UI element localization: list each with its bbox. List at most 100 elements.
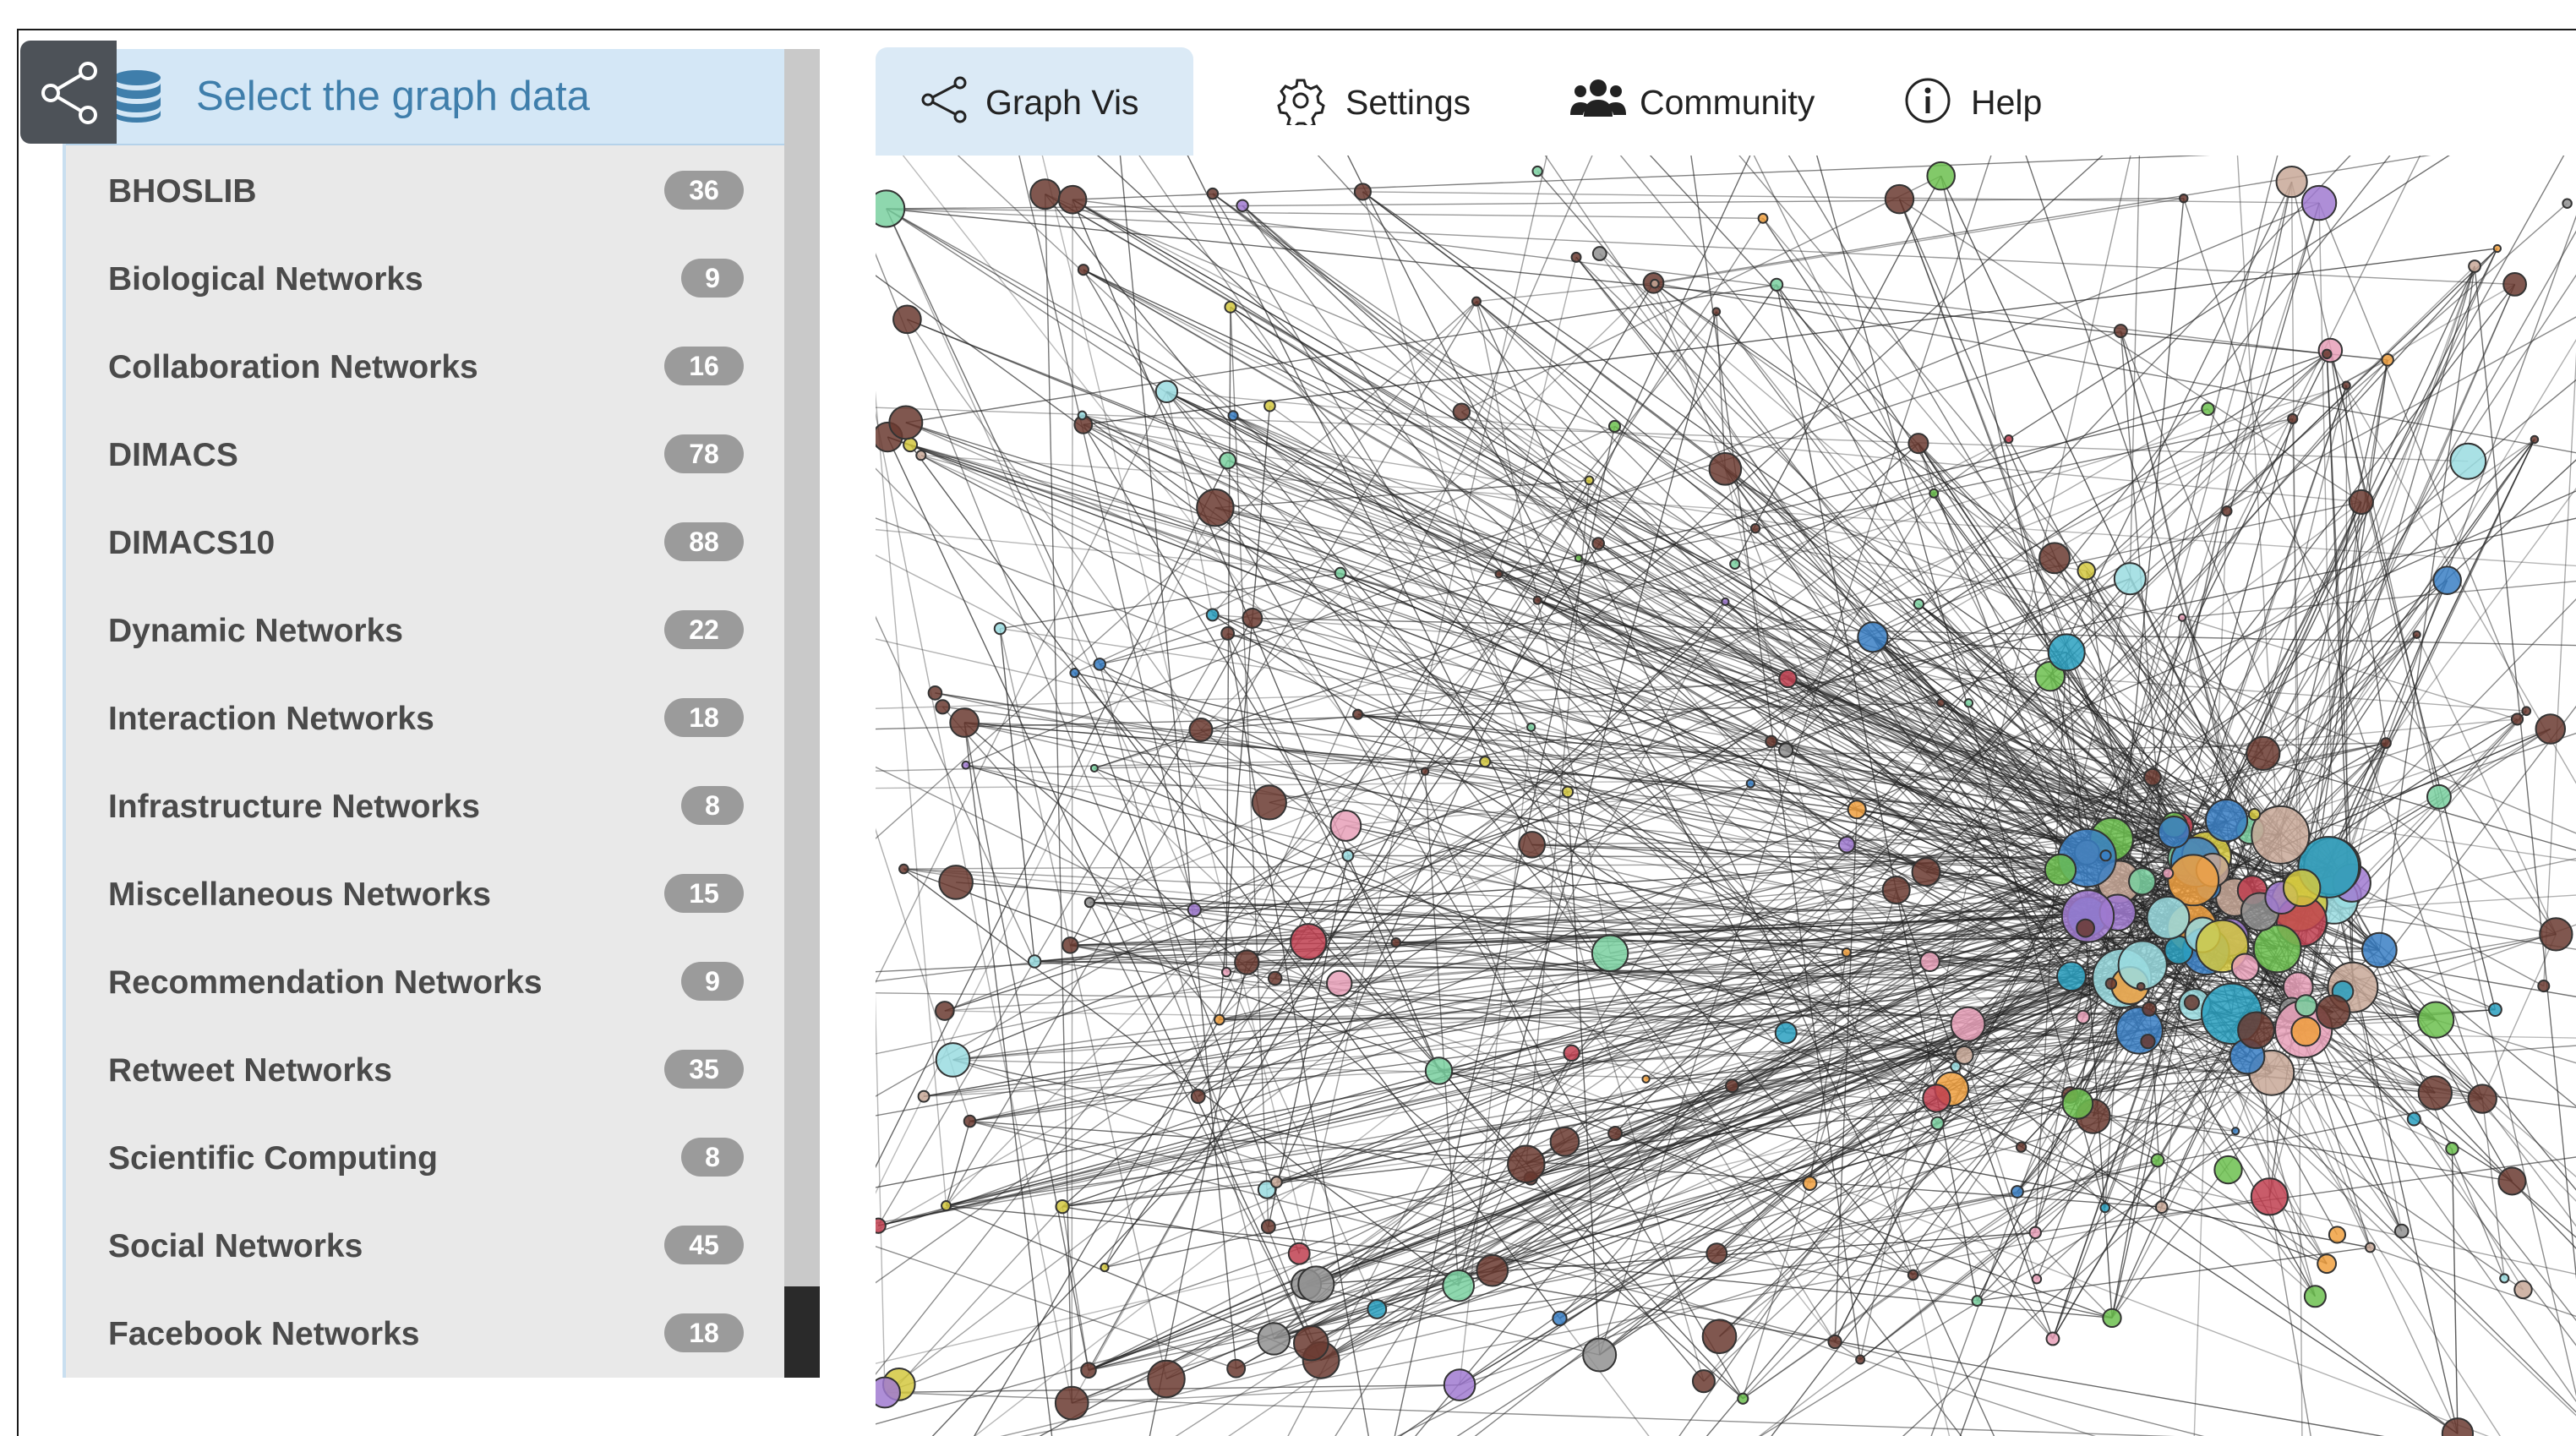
graph-node[interactable] xyxy=(1591,537,1605,550)
graph-node[interactable] xyxy=(1855,1354,1866,1365)
graph-node[interactable] xyxy=(2381,353,2394,367)
graph-node[interactable] xyxy=(2143,767,2162,787)
graph-node[interactable] xyxy=(2146,895,2191,940)
graph-node[interactable] xyxy=(1911,857,1941,887)
graph-node[interactable] xyxy=(876,189,906,228)
graph-node[interactable] xyxy=(2487,1002,2502,1017)
graph-node[interactable] xyxy=(1711,307,1722,317)
graph-node[interactable] xyxy=(1220,626,1236,641)
graph-node[interactable] xyxy=(1701,1319,1738,1355)
graph-node[interactable] xyxy=(1584,475,1595,486)
graph-node[interactable] xyxy=(2154,1200,2169,1215)
graph-node[interactable] xyxy=(1069,668,1080,679)
graph-node[interactable] xyxy=(2099,849,2112,862)
graph-node[interactable] xyxy=(2061,1087,2094,1120)
list-item[interactable]: Retweet Networks 35 xyxy=(66,1026,786,1114)
graph-node[interactable] xyxy=(2412,630,2421,639)
graph-node[interactable] xyxy=(2055,961,2088,992)
graph-node[interactable] xyxy=(1297,1265,1335,1303)
graph-node[interactable] xyxy=(963,1114,977,1128)
list-item[interactable]: Biological Networks 9 xyxy=(66,235,786,323)
graph-node[interactable] xyxy=(1770,277,1784,292)
graph-node[interactable] xyxy=(2348,489,2374,516)
graph-node[interactable] xyxy=(2328,1226,2347,1244)
graph-node[interactable] xyxy=(2380,737,2392,749)
graph-node[interactable] xyxy=(1205,608,1220,622)
graph-node[interactable] xyxy=(1971,1295,1984,1308)
graph-node[interactable] xyxy=(2290,1016,2322,1047)
graph-node[interactable] xyxy=(1479,756,1492,768)
graph-node[interactable] xyxy=(1929,488,1940,499)
graph-node[interactable] xyxy=(1884,183,1915,215)
graph-node[interactable] xyxy=(2341,380,2351,390)
graph-node[interactable] xyxy=(1954,1045,1974,1065)
graph-node[interactable] xyxy=(1591,246,1607,261)
graph-node[interactable] xyxy=(1287,1242,1311,1265)
graph-node[interactable] xyxy=(1549,1126,1580,1157)
graph-node[interactable] xyxy=(1563,1044,1580,1062)
graph-node[interactable] xyxy=(2076,1009,2091,1024)
graph-node[interactable] xyxy=(1774,1021,1798,1045)
graph-node[interactable] xyxy=(1242,607,1263,629)
graph-node[interactable] xyxy=(1226,1358,1247,1379)
graph-node[interactable] xyxy=(1219,451,1237,470)
list-item[interactable]: Infrastructure Networks 8 xyxy=(66,762,786,850)
graph-node[interactable] xyxy=(1190,1089,1206,1105)
graph-node[interactable] xyxy=(1607,1126,1623,1141)
graph-node[interactable] xyxy=(1292,1324,1329,1362)
graph-node[interactable] xyxy=(1334,566,1347,580)
sidebar-scrollbar[interactable] xyxy=(784,49,820,1378)
graph-node[interactable] xyxy=(2449,442,2487,480)
graph-node[interactable] xyxy=(1691,1369,1716,1394)
graph-node[interactable] xyxy=(2361,931,2398,969)
graph-node[interactable] xyxy=(2535,713,2567,745)
graph-node[interactable] xyxy=(1220,966,1232,978)
graph-node[interactable] xyxy=(1234,949,1260,975)
graph-node[interactable] xyxy=(1749,522,1761,534)
graph-node[interactable] xyxy=(2537,980,2551,993)
graph-node[interactable] xyxy=(1552,1310,1568,1327)
scrollbar-thumb[interactable] xyxy=(784,1286,820,1378)
graph-node[interactable] xyxy=(1507,1144,1546,1183)
graph-node[interactable] xyxy=(1390,936,1402,948)
graph-node[interactable] xyxy=(2204,799,2249,843)
graph-node[interactable] xyxy=(2521,706,2532,717)
graph-node[interactable] xyxy=(2031,1273,2043,1285)
graph-node[interactable] xyxy=(1847,800,1867,820)
list-item[interactable]: DIMACS 78 xyxy=(66,411,786,499)
graph-node[interactable] xyxy=(2177,613,2187,622)
graph-node[interactable] xyxy=(2230,953,2260,982)
share-toggle-button[interactable] xyxy=(20,41,117,144)
graph-node[interactable] xyxy=(1725,1078,1739,1094)
graph-node[interactable] xyxy=(2038,542,2071,575)
graph-node[interactable] xyxy=(876,1376,901,1409)
tab-community[interactable]: Community xyxy=(1543,47,1864,156)
graph-node[interactable] xyxy=(2467,1084,2497,1114)
graph-node[interactable] xyxy=(2499,1273,2510,1284)
graph-node[interactable] xyxy=(1367,1298,1388,1319)
graph-node[interactable] xyxy=(1881,876,1911,905)
graph-node[interactable] xyxy=(1907,1269,1919,1281)
list-item[interactable]: Miscellaneous Networks 15 xyxy=(66,850,786,938)
graph-node[interactable] xyxy=(2183,994,2200,1011)
graph-node[interactable] xyxy=(1607,419,1622,433)
graph-node[interactable] xyxy=(1574,554,1583,563)
graph-canvas[interactable] xyxy=(876,156,2576,1436)
graph-node[interactable] xyxy=(2115,1006,2164,1055)
graph-node[interactable] xyxy=(1077,264,1089,276)
tab-settings[interactable]: Settings xyxy=(1247,47,1501,156)
graph-node[interactable] xyxy=(1721,597,1730,607)
graph-node[interactable] xyxy=(903,437,919,453)
graph-node[interactable] xyxy=(1100,1262,1110,1273)
graph-node[interactable] xyxy=(1778,669,1798,689)
graph-node[interactable] xyxy=(2365,1242,2376,1253)
list-item[interactable]: Scientific Computing 8 xyxy=(66,1114,786,1202)
graph-node[interactable] xyxy=(888,405,924,440)
graph-node[interactable] xyxy=(1841,947,1852,958)
graph-node[interactable] xyxy=(1582,1337,1618,1373)
graph-node[interactable] xyxy=(1077,410,1088,421)
graph-node[interactable] xyxy=(2128,867,2157,896)
graph-node[interactable] xyxy=(1706,1242,1728,1264)
tab-help[interactable]: Help xyxy=(1890,47,2084,156)
graph-node[interactable] xyxy=(1029,178,1062,210)
